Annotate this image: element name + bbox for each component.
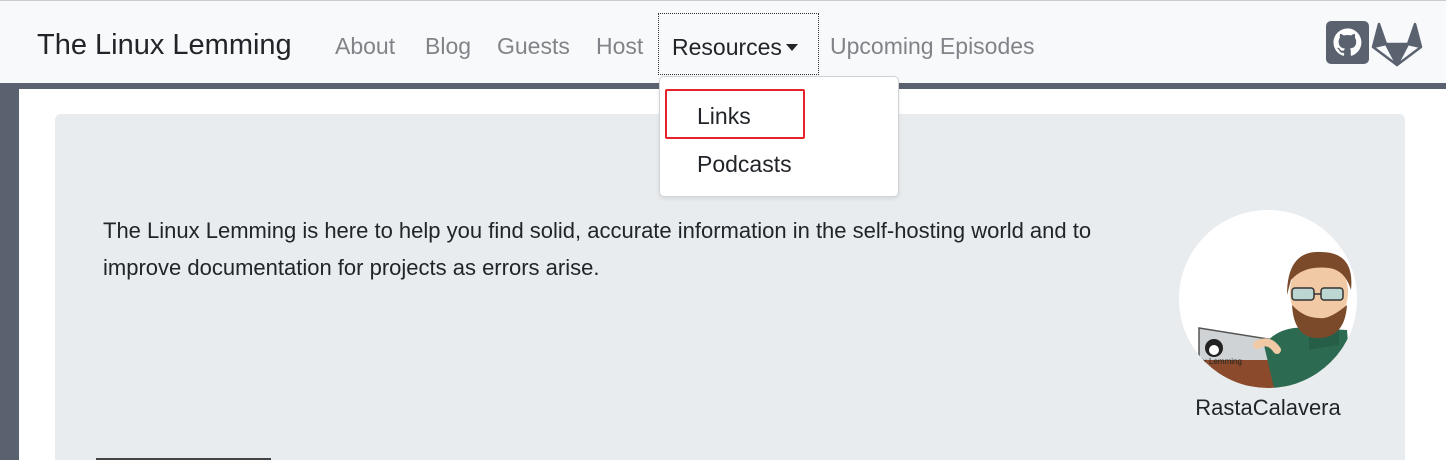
avatar-name: RastaCalavera — [1195, 395, 1341, 420]
resources-dropdown-toggle[interactable]: Resources — [658, 13, 819, 75]
nav-host[interactable]: Host — [596, 32, 643, 60]
laptop-sticker-text: ix Lemming — [1201, 357, 1242, 366]
github-icon[interactable] — [1326, 21, 1369, 64]
resources-label: Resources — [672, 34, 782, 60]
gitlab-icon[interactable] — [1371, 21, 1423, 67]
intro-text: The Linux Lemming is here to help you fi… — [103, 218, 1092, 280]
nav-guests[interactable]: Guests — [497, 32, 570, 60]
nav-blog[interactable]: Blog — [425, 32, 471, 60]
nav-about[interactable]: About — [335, 32, 395, 60]
avatar: ix Lemming — [1179, 210, 1357, 388]
dropdown-item-podcasts[interactable]: Podcasts — [697, 150, 792, 178]
nav-upcoming-episodes[interactable]: Upcoming Episodes — [830, 32, 1035, 60]
caret-down-icon — [785, 44, 798, 51]
resources-dropdown-menu: Links Podcasts — [659, 76, 899, 197]
dropdown-item-links[interactable]: Links — [697, 102, 751, 130]
brand-link[interactable]: The Linux Lemming — [37, 28, 292, 62]
top-navbar: The Linux Lemming About Blog Guests Host… — [0, 0, 1446, 86]
